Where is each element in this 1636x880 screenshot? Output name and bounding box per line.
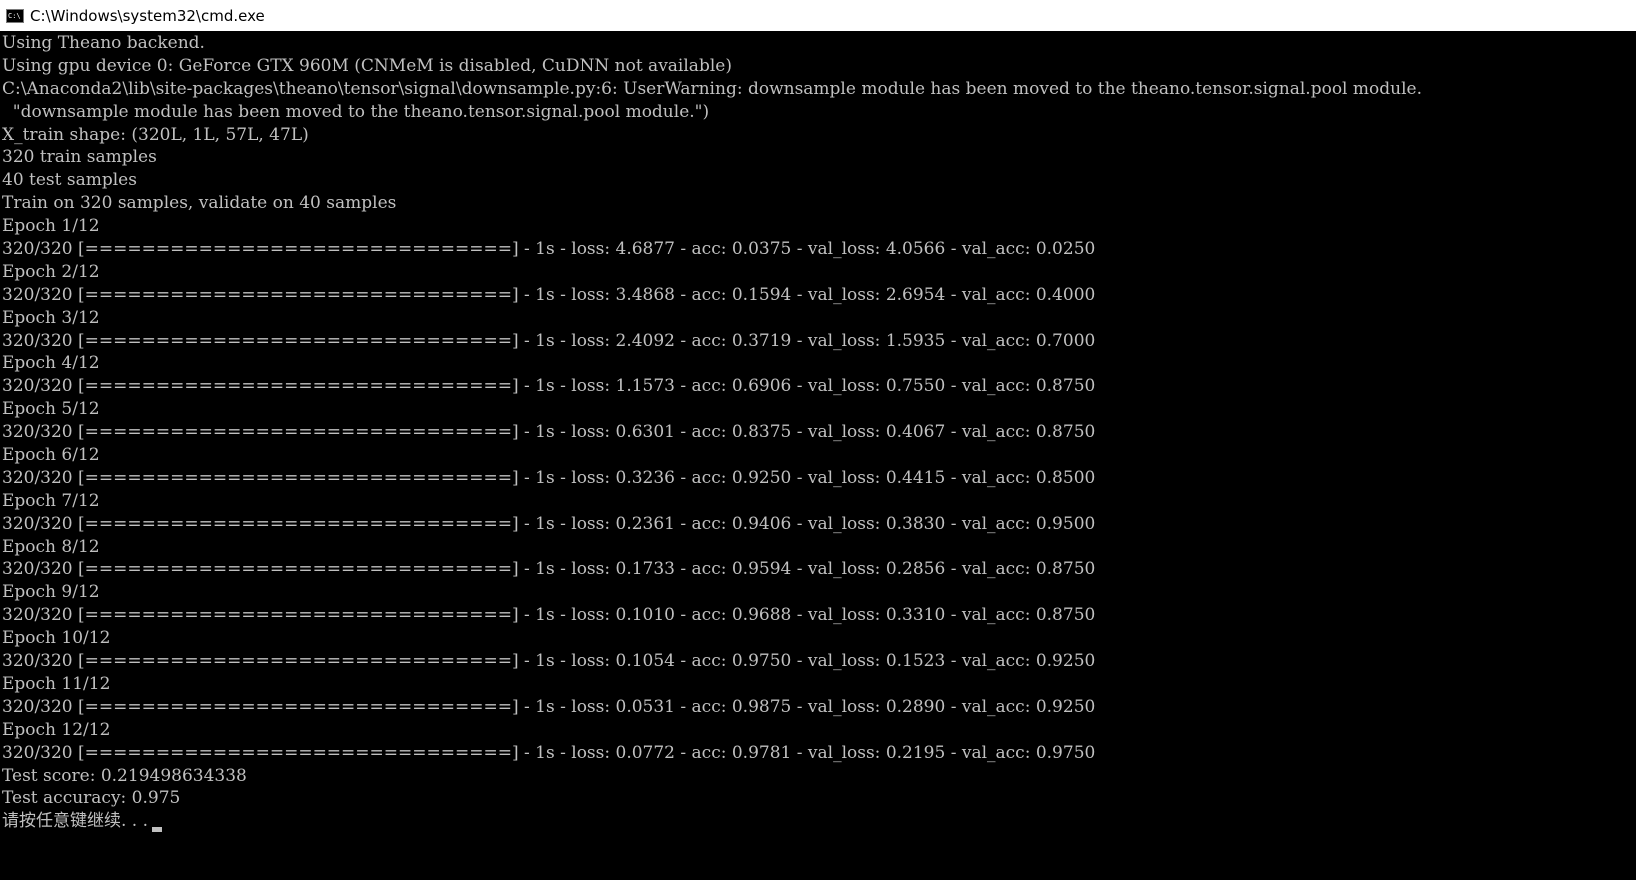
console-line: Train on 320 samples, validate on 40 sam… (2, 193, 397, 214)
console-line: 40 test samples (2, 170, 137, 191)
text-cursor (152, 827, 163, 833)
window-title: C:\Windows\system32\cmd.exe (30, 6, 265, 25)
console-line: 320/320 [==============================]… (2, 467, 1096, 488)
console-line: 320/320 [==============================]… (2, 605, 1096, 626)
console-line: Using Theano backend. (2, 33, 205, 53)
console-line: 320/320 [==============================]… (2, 651, 1096, 672)
console-line: C:\Anaconda2\lib\site-packages\theano\te… (2, 78, 1422, 99)
console-line: Using gpu device 0: GeForce GTX 960M (CN… (2, 55, 732, 76)
console-line: Test accuracy: 0.975 (2, 788, 181, 809)
console-line: X_train shape: (320L, 1L, 57L, 47L) (2, 124, 309, 145)
prompt-line: 请按任意键继续. . . (2, 810, 1636, 833)
title-bar[interactable]: C:\ C:\Windows\system32\cmd.exe (0, 0, 1636, 31)
continue-prompt: 请按任意键继续. . . (2, 811, 149, 832)
cmd-icon: C:\ (6, 8, 24, 23)
console-line: "downsample module has been moved to the… (2, 101, 710, 122)
console-line: 320/320 [==============================]… (2, 330, 1096, 351)
console-line: 320/320 [==============================]… (2, 284, 1096, 305)
console-line: Epoch 7/12 (2, 490, 100, 511)
console-line: 320/320 [==============================]… (2, 422, 1096, 443)
console-line: Epoch 10/12 (2, 628, 111, 649)
console-line: Epoch 6/12 (2, 445, 100, 466)
console-line: Epoch 1/12 (2, 216, 100, 237)
cmd-window: C:\ C:\Windows\system32\cmd.exe Using Th… (0, 0, 1636, 880)
console-line: Epoch 11/12 (2, 673, 111, 694)
console-line: 320/320 [==============================]… (2, 742, 1096, 763)
console-line: 320/320 [==============================]… (2, 239, 1096, 260)
console-line: Epoch 4/12 (2, 353, 100, 374)
console-line: Test score: 0.219498634338 (2, 765, 247, 786)
console-line: Epoch 5/12 (2, 399, 100, 420)
console-line: Epoch 9/12 (2, 582, 100, 603)
console-line: 320 train samples (2, 147, 157, 168)
console-line: 320/320 [==============================]… (2, 696, 1096, 717)
console-line: Epoch 3/12 (2, 307, 100, 328)
console-line: 320/320 [==============================]… (2, 513, 1096, 534)
console-output[interactable]: Using Theano backend. Using gpu device 0… (0, 31, 1636, 880)
console-line: Epoch 8/12 (2, 536, 100, 557)
console-line: 320/320 [==============================]… (2, 559, 1096, 580)
console-line: Epoch 12/12 (2, 719, 111, 740)
console-line: Epoch 2/12 (2, 261, 100, 282)
console-line: 320/320 [==============================]… (2, 376, 1096, 397)
